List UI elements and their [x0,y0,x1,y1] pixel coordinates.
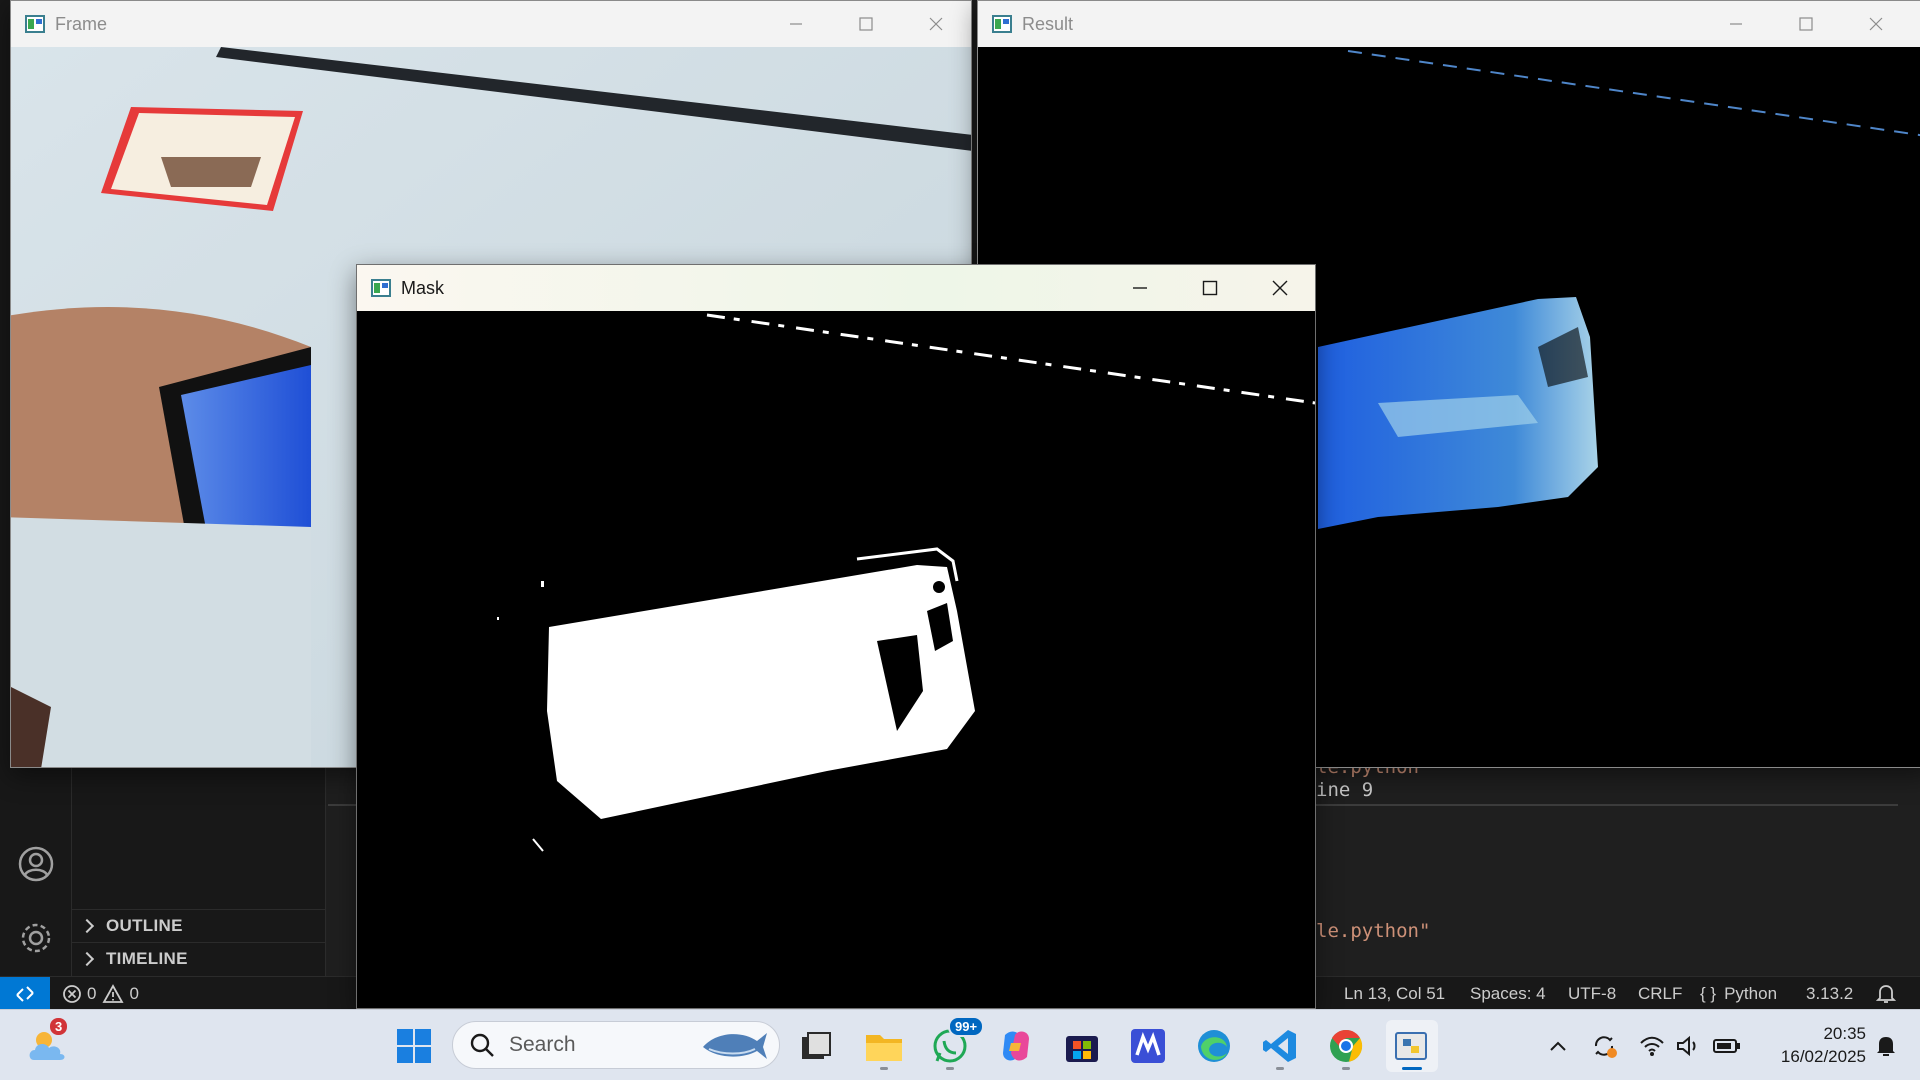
running-indicator [880,1067,888,1070]
clock-date: 16/02/2025 [1780,1047,1866,1066]
result-titlebar[interactable]: Result [978,1,1920,47]
settings-gear-icon[interactable] [14,916,58,960]
whatsapp-badge: 99+ [948,1016,985,1037]
active-indicator [1402,1067,1422,1070]
cursor-position[interactable]: Ln 13, Col 51 [1344,977,1445,1010]
encoding[interactable]: UTF-8 [1568,977,1616,1010]
chevron-right-icon [79,918,95,933]
close-button[interactable] [901,1,971,47]
microsoft-store-button[interactable] [1056,1020,1108,1072]
windows-logo-icon [397,1029,431,1063]
language-mode[interactable]: { } Python [1700,977,1777,1010]
task-view-button[interactable] [791,1020,843,1072]
terminal-line: ine 9 [1316,779,1374,801]
app-icon [992,15,1012,33]
wifi-icon [1640,1036,1664,1056]
timeline-label: TIMELINE [106,948,188,968]
notification-bell-icon [1877,1036,1895,1056]
accounts-icon[interactable] [14,842,58,886]
sync-icon [1594,1035,1617,1058]
running-indicator [1342,1067,1350,1070]
close-button[interactable] [1841,1,1911,47]
indentation[interactable]: Spaces: 4 [1470,977,1546,1010]
mask-window: Mask [356,264,1316,1009]
problems-indicator[interactable]: 0 0 [62,977,139,1010]
markdown-editor-button[interactable] [1122,1020,1174,1072]
battery-icon [1713,1038,1740,1053]
minimize-button[interactable] [1105,265,1175,311]
running-indicator [1276,1067,1284,1070]
braces-icon: { } [1700,983,1717,1003]
clock-time: 20:35 [1823,1024,1866,1043]
chrome-icon [1330,1029,1363,1062]
search-placeholder: Search [509,1033,576,1056]
volume-tray-button[interactable] [1672,1010,1704,1080]
chevron-up-icon [1550,1041,1566,1051]
battery-tray-button[interactable] [1710,1010,1744,1080]
file-explorer-button[interactable] [858,1020,910,1072]
taskbar-search[interactable]: Search [452,1021,780,1069]
task-view-icon [802,1032,831,1059]
taskbar: 3 Search 99+ 20:35 16/02/2025 [0,1009,1920,1080]
whatsapp-button[interactable]: 99+ [924,1016,985,1072]
chrome-button[interactable] [1320,1020,1372,1072]
vscode-icon [1263,1030,1296,1062]
copilot-icon [1003,1031,1029,1061]
start-button[interactable] [388,1020,440,1072]
maximize-button[interactable] [1771,1,1841,47]
file-explorer-icon [866,1035,902,1061]
edge-button[interactable] [1188,1020,1240,1072]
wifi-tray-button[interactable] [1636,1010,1668,1080]
clock[interactable]: 20:35 16/02/2025 [1781,1022,1866,1068]
frame-title: Frame [55,14,108,34]
language-label: Python [1724,983,1778,1003]
frame-titlebar[interactable]: Frame [11,1,971,47]
notification-center-button[interactable] [1868,1010,1904,1080]
maximize-button[interactable] [831,1,901,47]
outline-label: OUTLINE [106,915,183,935]
outline-section-header[interactable]: OUTLINE [72,909,326,941]
chevron-right-icon [79,951,95,966]
sync-tray-button[interactable] [1586,1010,1622,1080]
error-count: 0 [87,983,97,1003]
microsoft-store-icon [1066,1036,1098,1062]
edge-icon [1198,1030,1230,1062]
python-app-button[interactable] [1386,1020,1438,1072]
desktop: OUTLINE TIMELINE le.python ine 9 le.pyth… [0,0,1920,1080]
minimize-button[interactable] [761,1,831,47]
error-icon [63,984,81,1003]
app-icon [25,15,45,33]
running-indicator [946,1067,954,1070]
remote-indicator-button[interactable] [0,977,50,1010]
copilot-button[interactable] [990,1020,1042,1072]
weather-badge: 3 [48,1016,70,1037]
show-hidden-icons-button[interactable] [1540,1010,1576,1080]
minimize-button[interactable] [1701,1,1771,47]
search-icon [470,1033,494,1057]
close-button[interactable] [1245,265,1315,311]
search-highlight-whale-icon [703,1033,767,1059]
maximize-button[interactable] [1175,265,1245,311]
result-title: Result [1022,14,1074,34]
volume-icon [1677,1035,1696,1056]
app-icon [371,279,391,297]
python-icon [1395,1032,1427,1060]
remote-icon [16,985,34,1002]
weather-widget[interactable]: 3 [22,1016,74,1072]
warning-icon [102,983,125,1003]
terminal-line: le.python" [1316,920,1431,942]
mask-image [357,311,1315,1008]
warning-count: 0 [129,983,139,1003]
markdown-editor-icon [1131,1029,1165,1063]
mask-titlebar[interactable]: Mask [357,265,1315,311]
end-of-line[interactable]: CRLF [1638,977,1682,1010]
notifications-bell-icon[interactable] [1876,977,1896,1010]
mask-title: Mask [401,278,445,298]
timeline-section-header[interactable]: TIMELINE [72,942,326,974]
python-version[interactable]: 3.13.2 [1806,977,1853,1010]
vscode-button[interactable] [1254,1020,1306,1072]
